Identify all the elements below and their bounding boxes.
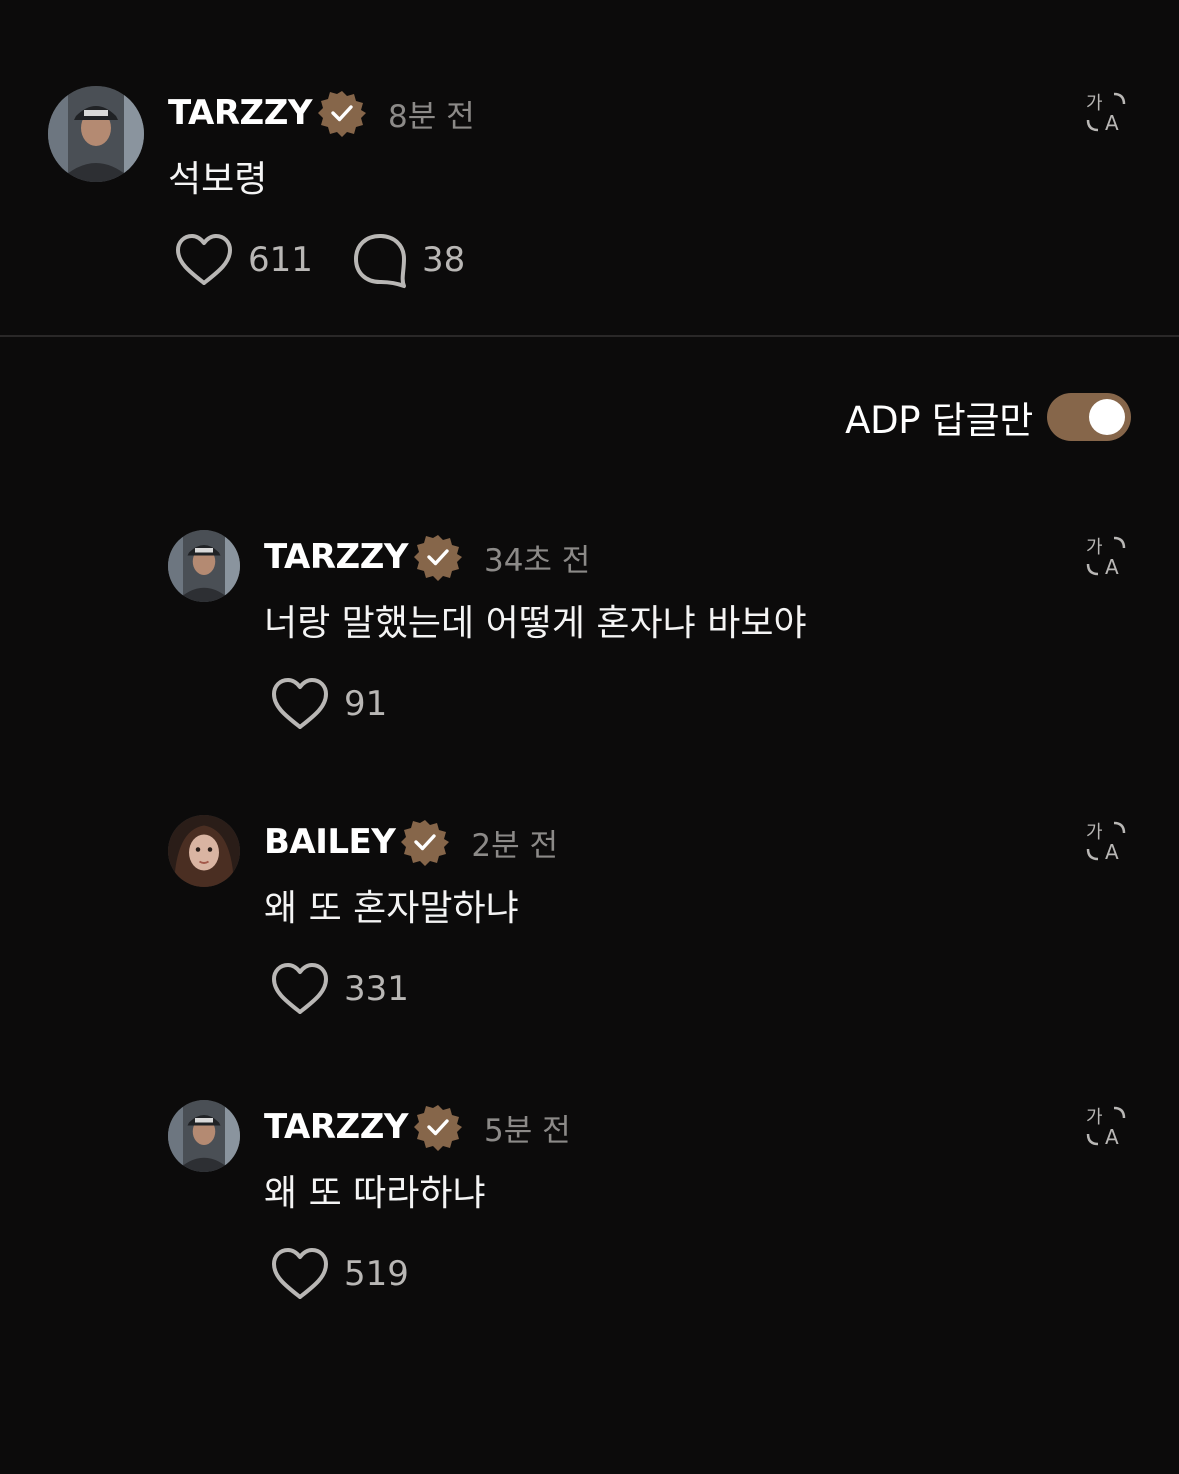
avatar[interactable]: [168, 530, 240, 602]
translate-icon[interactable]: 가 A: [1084, 1104, 1128, 1148]
avatar-image: [168, 815, 240, 887]
avatar-image: [168, 530, 240, 602]
post-text: 석보령: [168, 159, 268, 200]
timestamp: 34초 전: [483, 542, 591, 579]
speech-bubble-icon: [354, 234, 406, 288]
like-count: 331: [344, 969, 409, 1009]
heart-icon: [272, 963, 328, 1014]
like-button[interactable]: 91: [270, 674, 387, 734]
username[interactable]: TARZZY: [264, 537, 408, 577]
divider: [0, 335, 1179, 337]
timestamp: 5분 전: [483, 1112, 571, 1149]
heart-icon: [176, 234, 232, 285]
post-header: TARZZY 8분 전: [168, 88, 475, 138]
verified-badge-icon: [413, 1105, 462, 1151]
verified-badge-icon: [317, 91, 366, 137]
thread-page: TARZZY 8분 전 석보령 611 38 가 A ADP 답글만 TARZZ…: [0, 0, 1179, 1474]
reply-text: 왜 또 혼자말하냐: [264, 888, 519, 929]
like-button[interactable]: 519: [270, 1244, 409, 1304]
verified-badge-icon: [401, 820, 450, 866]
heart-icon: [272, 678, 328, 729]
avatar[interactable]: [48, 86, 144, 182]
timestamp: 2분 전: [471, 827, 559, 864]
reply-header: TARZZY 34초 전: [264, 532, 590, 582]
svg-text:가: 가: [1086, 1107, 1103, 1128]
username[interactable]: TARZZY: [264, 1107, 408, 1147]
svg-text:A: A: [1105, 1125, 1119, 1148]
filter-label: ADP 답글만: [845, 399, 1033, 442]
translate-icon[interactable]: 가 A: [1084, 90, 1128, 134]
translate-icon[interactable]: 가 A: [1084, 534, 1128, 578]
like-count: 91: [344, 684, 388, 724]
like-count: 611: [248, 240, 313, 280]
timestamp: 8분 전: [387, 98, 475, 135]
reply-text: 왜 또 따라하냐: [264, 1173, 486, 1214]
avatar-image: [168, 1100, 240, 1172]
svg-text:가: 가: [1086, 822, 1103, 843]
reply-header: BAILEY 2분 전: [264, 817, 558, 867]
svg-text:가: 가: [1086, 93, 1103, 114]
svg-text:A: A: [1105, 111, 1119, 134]
adp-replies-toggle[interactable]: [1047, 393, 1131, 441]
heart-icon: [272, 1248, 328, 1299]
svg-text:A: A: [1105, 555, 1119, 578]
username[interactable]: TARZZY: [168, 93, 312, 133]
like-button[interactable]: 611: [174, 230, 313, 290]
toggle-knob: [1089, 399, 1125, 435]
translate-icon[interactable]: 가 A: [1084, 819, 1128, 863]
svg-text:A: A: [1105, 840, 1119, 863]
like-button[interactable]: 331: [270, 959, 409, 1019]
avatar[interactable]: [168, 815, 240, 887]
avatar-image: [48, 86, 144, 182]
svg-text:가: 가: [1086, 537, 1103, 558]
like-count: 519: [344, 1254, 409, 1294]
avatar[interactable]: [168, 1100, 240, 1172]
username[interactable]: BAILEY: [264, 822, 396, 862]
comment-count: 38: [422, 240, 466, 280]
comment-button[interactable]: 38: [352, 230, 465, 290]
reply-text: 너랑 말했는데 어떻게 혼자냐 바보야: [264, 603, 807, 644]
reply-header: TARZZY 5분 전: [264, 1102, 571, 1152]
adp-replies-filter: ADP 답글만: [845, 392, 1131, 442]
verified-badge-icon: [413, 535, 462, 581]
